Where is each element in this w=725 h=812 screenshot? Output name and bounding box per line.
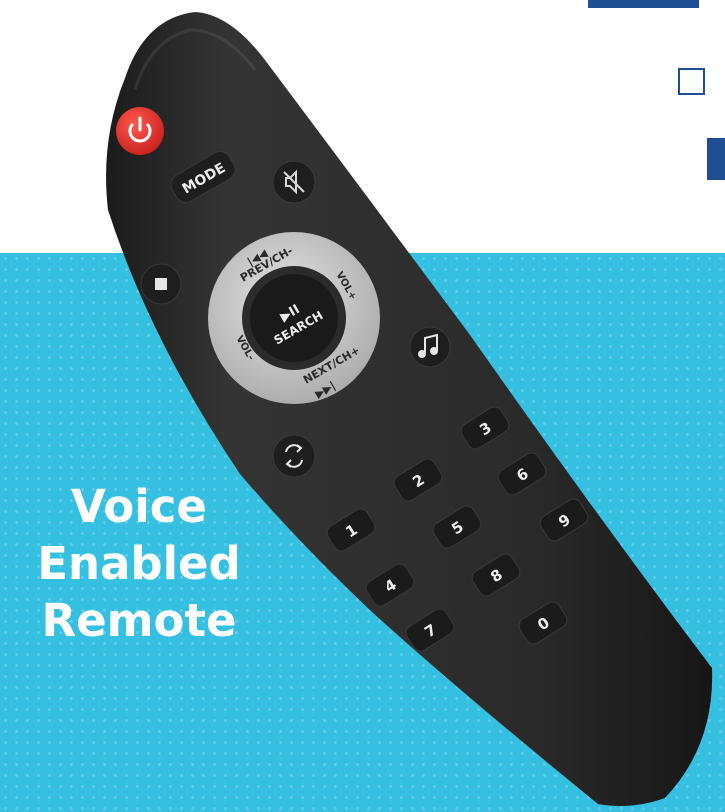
stop-button[interactable]	[140, 263, 182, 305]
caption-line-1: Voice	[71, 480, 207, 533]
repeat-button[interactable]	[272, 434, 316, 478]
remote-body	[106, 12, 713, 806]
mute-button[interactable]	[272, 160, 316, 204]
power-button[interactable]	[116, 107, 164, 155]
music-button[interactable]	[409, 326, 451, 368]
caption-line-3: Remote	[41, 594, 237, 647]
remote-control: MODE |◀◀ PREV/CH- VOL+ VOL- NEXT/CH+ ▶▶|…	[106, 12, 713, 806]
promo-caption: Voice Enabled Remote	[18, 478, 260, 649]
stop-icon	[155, 278, 167, 290]
caption-line-2: Enabled	[37, 537, 241, 590]
